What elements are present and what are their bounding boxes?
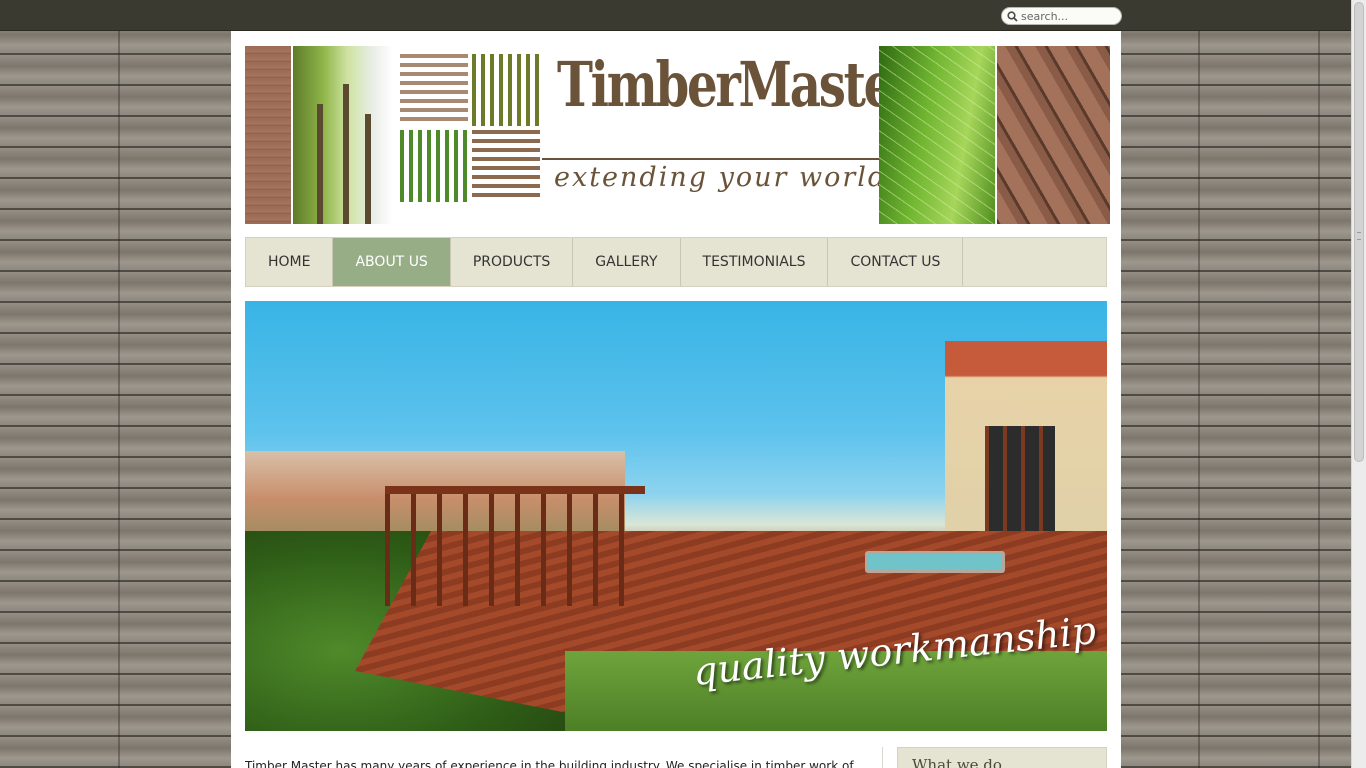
header-leaf-image — [879, 46, 995, 224]
logo-title: TimberMaster — [557, 48, 918, 121]
logo-rule — [542, 158, 882, 160]
sidebar-what-we-do: What we do — [897, 747, 1107, 768]
nav-item-home[interactable]: HOME — [246, 238, 334, 286]
header-trees-image — [293, 46, 393, 224]
header-boardwalk-image — [245, 46, 291, 224]
search-input[interactable] — [1021, 9, 1119, 23]
nav-item-products[interactable]: PRODUCTS — [451, 238, 574, 286]
search-icon — [1007, 10, 1018, 22]
hero-deck-railing — [385, 486, 645, 606]
logo-tagline: extending your world — [554, 162, 888, 193]
nav-item-contact-us[interactable]: CONTACT US — [828, 238, 964, 286]
scrollbar-grip — [1357, 232, 1361, 240]
sidebar-title: What we do — [912, 756, 1002, 768]
site-logo[interactable]: TimberMaster extending your world — [542, 46, 918, 224]
intro-paragraph: Timber Master has many years of experien… — [245, 759, 854, 768]
nav-item-about-us[interactable]: ABOUT US — [333, 238, 451, 286]
page-container: TimberMaster extending your world HOME A… — [231, 31, 1121, 768]
scrollbar-thumb[interactable] — [1354, 2, 1364, 462]
header-timber-swatches — [400, 54, 540, 204]
hero-house-window — [985, 426, 1055, 531]
site-header: TimberMaster extending your world — [245, 46, 1110, 224]
nav-item-gallery[interactable]: GALLERY — [573, 238, 681, 286]
top-bar — [0, 0, 1366, 31]
search-box[interactable] — [1001, 7, 1122, 25]
hero-banner: quality workmanship — [245, 301, 1107, 731]
nav-item-testimonials[interactable]: TESTIMONIALS — [681, 238, 829, 286]
page-scrollbar[interactable] — [1351, 0, 1366, 768]
column-divider — [882, 747, 883, 768]
hero-pool — [865, 551, 1005, 573]
main-nav: HOME ABOUT US PRODUCTS GALLERY TESTIMONI… — [245, 237, 1107, 287]
header-planks-image — [997, 46, 1110, 224]
